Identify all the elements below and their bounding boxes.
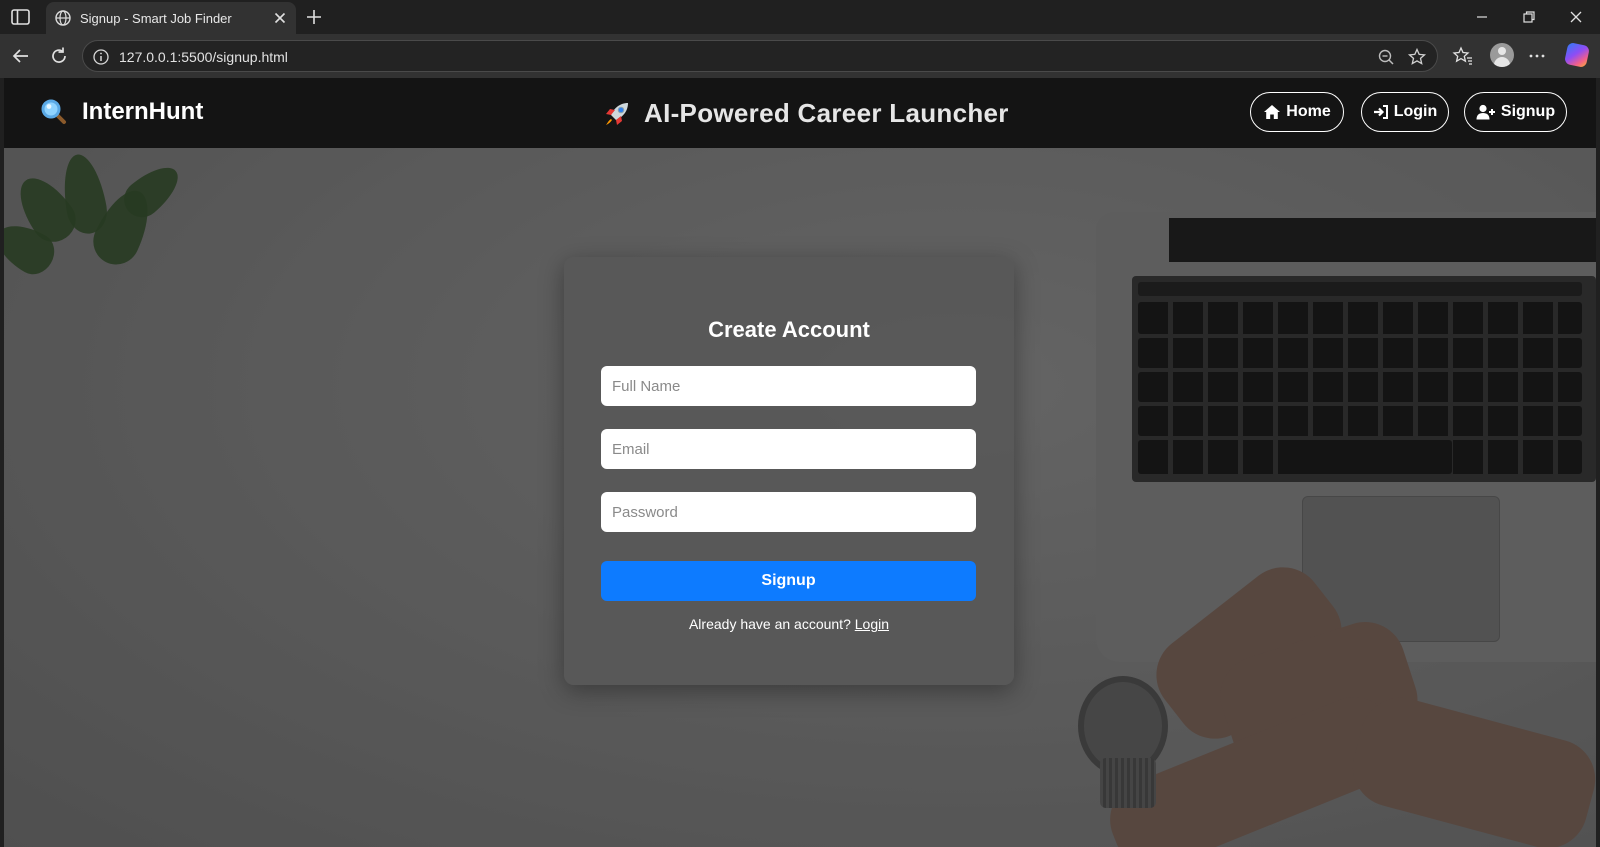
restore-icon[interactable] xyxy=(1521,9,1537,25)
nav-login-label: Login xyxy=(1393,103,1438,120)
nav-login-button[interactable]: Login xyxy=(1361,92,1449,132)
login-icon xyxy=(1373,105,1388,119)
nav-home-button[interactable]: Home xyxy=(1250,92,1344,132)
browser-tab-bar: Signup - Smart Job Finder xyxy=(0,0,1600,34)
favorite-star-icon[interactable] xyxy=(1407,47,1427,67)
globe-icon xyxy=(55,10,71,26)
minimize-icon[interactable] xyxy=(1474,9,1490,25)
signup-submit-button[interactable]: Signup xyxy=(601,561,976,601)
tab-title: Signup - Smart Job Finder xyxy=(80,11,232,26)
signup-card: Create Account Signup Already have an ac… xyxy=(564,257,1014,685)
full-name-input[interactable] xyxy=(601,366,976,406)
login-prompt-text: Already have an account? xyxy=(688,616,851,632)
nav-signup-label: Signup xyxy=(1500,103,1556,120)
password-input[interactable] xyxy=(601,492,976,532)
profile-avatar-icon[interactable] xyxy=(1490,43,1514,67)
login-prompt: Already have an account? Login xyxy=(564,616,1014,632)
email-input[interactable] xyxy=(601,429,976,469)
brand-name: InternHunt xyxy=(82,98,204,125)
tagline: AI-Powered Career Launcher xyxy=(602,98,1009,129)
site-navbar: InternHunt AI-Powered Career Launcher Ho… xyxy=(4,78,1596,148)
reload-icon[interactable] xyxy=(48,45,70,67)
user-plus-icon xyxy=(1476,104,1495,120)
url-text: 127.0.0.1:5500/signup.html xyxy=(119,49,288,65)
back-arrow-icon[interactable] xyxy=(10,45,32,67)
site-info-icon[interactable] xyxy=(92,48,110,66)
sidebar-toggle-icon[interactable] xyxy=(10,7,32,27)
close-window-icon[interactable] xyxy=(1568,9,1584,25)
home-icon xyxy=(1264,105,1281,119)
avatar-head xyxy=(1498,47,1506,55)
address-bar[interactable]: 127.0.0.1:5500/signup.html xyxy=(82,40,1438,72)
zoom-out-icon[interactable] xyxy=(1377,48,1395,66)
copilot-icon[interactable] xyxy=(1563,41,1591,69)
nav-signup-button[interactable]: Signup xyxy=(1464,92,1567,132)
magnifier-icon xyxy=(41,99,66,124)
form-title: Create Account xyxy=(708,317,870,342)
rocket-icon xyxy=(606,102,628,125)
more-menu-icon[interactable] xyxy=(1526,45,1548,67)
nav-home-label: Home xyxy=(1286,103,1331,120)
page-viewport: InternHunt AI-Powered Career Launcher Ho… xyxy=(4,78,1596,847)
tagline-text: AI-Powered Career Launcher xyxy=(644,98,1009,128)
favorites-icon[interactable] xyxy=(1452,45,1474,67)
browser-tab-active[interactable]: Signup - Smart Job Finder xyxy=(46,2,296,34)
login-link[interactable]: Login xyxy=(855,616,889,632)
new-tab-plus-icon[interactable] xyxy=(304,7,324,27)
browser-toolbar: 127.0.0.1:5500/signup.html xyxy=(0,34,1600,78)
brand[interactable]: InternHunt xyxy=(40,98,203,126)
avatar-body xyxy=(1494,57,1510,67)
close-tab-icon[interactable] xyxy=(272,10,288,26)
